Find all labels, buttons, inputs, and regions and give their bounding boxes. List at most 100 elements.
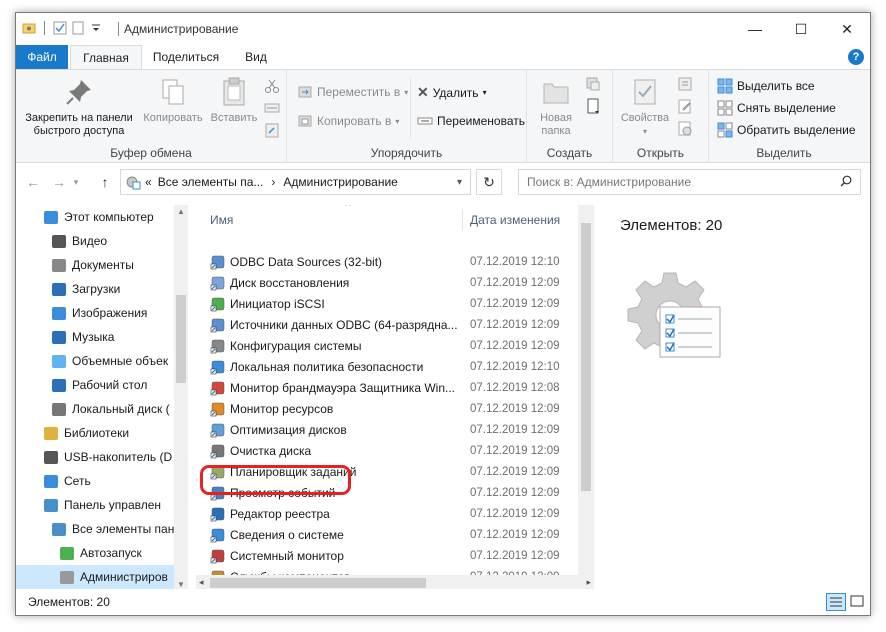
nav-item[interactable]: Панель управлен (16, 493, 188, 517)
nav-item[interactable]: USB-накопитель (D (16, 445, 188, 469)
file-row[interactable]: ODBC Data Sources (32-bit) 07.12.2019 12:… (196, 251, 594, 272)
nav-item[interactable]: Автозапуск (16, 541, 188, 565)
address-bar[interactable]: « Все элементы па... › Администрирование… (120, 169, 471, 195)
hscroll-thumb[interactable] (210, 578, 426, 588)
breadcrumb-current[interactable]: Администрирование (283, 175, 397, 189)
new-folder-button[interactable]: Новая папка (533, 76, 579, 138)
nav-scroll-down-icon[interactable]: ▼ (177, 580, 185, 589)
minimize-button[interactable]: — (732, 13, 778, 45)
paste-shortcut-icon[interactable] (264, 122, 280, 138)
file-row[interactable]: Локальная политика безопасности 07.12.201… (196, 356, 594, 377)
copy-to-icon (297, 113, 313, 129)
edit-icon[interactable] (677, 98, 693, 114)
list-scroll-thumb[interactable] (581, 223, 591, 491)
properties-check-icon[interactable] (53, 21, 67, 35)
details-view-button[interactable] (826, 593, 846, 611)
delete-button[interactable]: ✕ Удалить ▾ (417, 84, 487, 101)
qat-dropdown-icon[interactable] (89, 21, 103, 35)
pin-button[interactable]: Закрепить на панели быстрого доступа (20, 76, 138, 138)
nav-item[interactable]: Этот компьютер (16, 205, 188, 229)
forward-button[interactable]: → (48, 171, 70, 193)
tab-file[interactable]: Файл (16, 45, 68, 69)
nav-item[interactable]: Администриров (16, 565, 188, 589)
file-row[interactable]: Конфигурация системы 07.12.2019 12:09 (196, 335, 594, 356)
nav-item[interactable]: Музыка (16, 325, 188, 349)
tab-share[interactable]: Поделиться (144, 45, 228, 69)
back-button[interactable]: ← (22, 171, 44, 193)
scroll-left-icon[interactable]: ◂ (199, 577, 204, 588)
scroll-right-icon[interactable]: ▸ (586, 577, 591, 588)
shortcut-icon (210, 338, 226, 354)
easy-access-icon[interactable] (585, 98, 601, 114)
column-header-name[interactable]: Имя (210, 213, 233, 227)
invert-selection-button[interactable]: Обратить выделение (717, 122, 856, 138)
file-date: 07.12.2019 12:10 (470, 255, 560, 268)
address-dropdown-icon[interactable]: ▾ (457, 177, 462, 188)
file-row[interactable]: Источники данных ODBC (64-разрядна... 07.… (196, 314, 594, 335)
file-name: ODBC Data Sources (32-bit) (230, 254, 383, 269)
breadcrumb-separator[interactable]: › (271, 175, 275, 189)
open-icon[interactable] (677, 76, 693, 92)
nav-item[interactable]: Загрузки (16, 277, 188, 301)
help-button[interactable]: ? (848, 49, 864, 65)
nav-scroll-up-icon[interactable]: ▲ (177, 207, 185, 216)
rename-button[interactable]: Переименовать (417, 113, 525, 129)
nav-item[interactable]: Все элементы пан (16, 517, 188, 541)
file-name: Инициатор iSCSI (230, 296, 325, 311)
move-to-button[interactable]: Переместить в ▾ (297, 84, 408, 100)
properties-icon (634, 79, 656, 105)
nav-item[interactable]: Объемные объек (16, 349, 188, 373)
history-icon[interactable] (677, 120, 693, 136)
properties-button[interactable]: Свойства ▾ (617, 76, 673, 138)
file-row[interactable]: Службы компонентов07.12.2019 12:09 (196, 566, 594, 575)
nav-item[interactable]: Локальный диск ( (16, 397, 188, 421)
up-button[interactable]: ↑ (94, 171, 116, 193)
cut-icon[interactable] (264, 78, 280, 94)
qat-divider (44, 21, 45, 35)
nav-scrollbar[interactable]: ▲ ▼ (174, 205, 188, 591)
large-icons-view-button[interactable] (848, 593, 868, 611)
rename-icon (417, 113, 433, 129)
column-header-date[interactable]: Дата изменения (470, 213, 560, 227)
nav-scroll-thumb[interactable] (176, 295, 186, 383)
breadcrumb-all-items[interactable]: Все элементы па... (158, 175, 264, 189)
list-scrollbar[interactable] (578, 205, 594, 575)
copy-button[interactable]: Копировать (140, 76, 206, 125)
file-row[interactable]: Диск восстановления 07.12.2019 12:09 (196, 272, 594, 293)
nav-item[interactable]: Изображения (16, 301, 188, 325)
file-row[interactable]: Очистка диска 07.12.2019 12:09 (196, 440, 594, 461)
nav-item[interactable]: Сеть (16, 469, 188, 493)
address-overflow[interactable]: « (145, 175, 152, 189)
tab-home[interactable]: Главная (70, 45, 142, 70)
file-row[interactable]: Сведения о системе 07.12.2019 12:09 (196, 524, 594, 545)
nav-item[interactable]: Видео (16, 229, 188, 253)
select-all-button[interactable]: Выделить все (717, 78, 815, 94)
nav-item-label: Объемные объек (72, 354, 169, 368)
close-button[interactable]: ✕ (824, 13, 870, 45)
file-row[interactable]: Оптимизация дисков 07.12.2019 12:09 (196, 419, 594, 440)
file-row[interactable]: Инициатор iSCSI 07.12.2019 12:09 (196, 293, 594, 314)
organize-group-label: Упорядочить (370, 146, 443, 160)
column-divider[interactable] (462, 209, 463, 231)
tab-view[interactable]: Вид (232, 45, 280, 69)
maximize-button[interactable]: ☐ (778, 13, 824, 45)
new-item-icon[interactable] (585, 76, 601, 92)
copy-to-button[interactable]: Копировать в ▾ (297, 113, 399, 129)
paste-button[interactable]: Вставить (206, 76, 262, 125)
recent-locations-button[interactable]: ▾ (70, 171, 82, 193)
nav-item[interactable]: Рабочий стол (16, 373, 188, 397)
file-date: 07.12.2019 12:09 (470, 507, 560, 520)
file-name: Монитор брандмауэра Защитника Win... (230, 380, 455, 395)
file-row[interactable]: Редактор реестра 07.12.2019 12:09 (196, 503, 594, 524)
file-row[interactable]: Монитор ресурсов 07.12.2019 12:09 (196, 398, 594, 419)
refresh-button[interactable]: ↻ (476, 169, 502, 195)
file-row[interactable]: Системный монитор 07.12.2019 12:09 (196, 545, 594, 566)
copy-path-icon[interactable] (264, 100, 280, 116)
file-row[interactable]: Монитор брандмауэра Защитника Win... 07.1… (196, 377, 594, 398)
nav-item[interactable]: Библиотеки (16, 421, 188, 445)
search-input[interactable]: Поиск в: Администрирование (518, 169, 861, 195)
select-none-button[interactable]: Снять выделение (717, 100, 836, 116)
nav-item[interactable]: Документы (16, 253, 188, 277)
local-disk-icon (52, 402, 66, 416)
new-folder-qat-icon[interactable] (71, 21, 85, 35)
